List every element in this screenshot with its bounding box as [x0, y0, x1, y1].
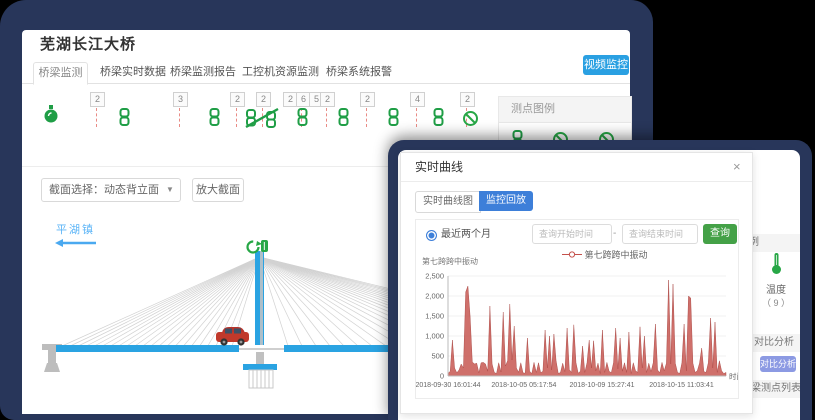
sensor-count-badge: 4 [410, 92, 425, 107]
sensor-marker-line [326, 108, 327, 127]
chain-link-icon [119, 108, 130, 126]
sensor-marker-line [179, 108, 180, 127]
page-title: 芜湖长江大桥 [40, 33, 136, 54]
sensor-marker-line [236, 108, 237, 127]
end-time-input[interactable]: 查询结束时间 [622, 224, 698, 244]
temperature-count: （ 9 ） [752, 296, 800, 309]
chain-link-icon [338, 108, 349, 126]
svg-text:2,000: 2,000 [425, 292, 444, 301]
svg-text:2018-10-09 15:27:41: 2018-10-09 15:27:41 [570, 382, 635, 389]
sensor-count-badge: 2 [320, 92, 335, 107]
svg-text:0: 0 [440, 372, 444, 381]
recent-range-label: 最近两个月 [441, 227, 491, 243]
chain-link-icon [209, 108, 220, 126]
point-legend-header: 测点图例 [498, 96, 632, 123]
svg-text:2018-10-15 11:03:41: 2018-10-15 11:03:41 [649, 382, 714, 389]
realtime-curve-dialog: 实时曲线 × 实时曲线图 监控回放 最近两个月 查询开始时间 - 查询结束时间 … [400, 152, 753, 414]
sensor-count-badge: 2 [460, 92, 475, 107]
temperature-legend-item[interactable]: 温度 （ 9 ） [752, 252, 800, 309]
video-monitor-button[interactable]: 视频监控 [583, 55, 629, 75]
legend-section-header: 图例 [752, 234, 800, 252]
point-list-section-header: 桥梁测点列表 [752, 380, 800, 398]
sensor-count-badge: 2 [360, 92, 375, 107]
screen: 芜湖长江大桥 桥梁监测 桥梁实时数据 桥梁监测报告 工控机资源监测 桥梁系统报警… [0, 0, 815, 420]
tabbar-divider [22, 83, 630, 84]
sensor-marker-line [96, 108, 97, 127]
tab-system-alarm[interactable]: 桥梁系统报警 [323, 62, 395, 83]
tab-realtime-data[interactable]: 桥梁实时数据 [98, 62, 168, 83]
chain-link-icon [433, 108, 444, 126]
svg-text:500: 500 [431, 352, 444, 361]
chain-link-icon [297, 108, 308, 126]
tab-realtime-curve[interactable]: 实时曲线图 [415, 191, 481, 213]
weight-sensor-icon [43, 104, 59, 123]
start-time-input[interactable]: 查询开始时间 [532, 224, 612, 244]
svg-text:2,500: 2,500 [425, 272, 444, 281]
svg-text:时间: 时间 [729, 371, 738, 381]
section-select[interactable]: 动态背立面 [104, 179, 159, 201]
tab-bridge-monitor[interactable]: 桥梁监测 [33, 62, 88, 85]
enlarge-section-button[interactable]: 放大截面 [192, 178, 244, 202]
chart-legend: 第七跨跨中振动 [562, 248, 648, 261]
tab-monitor-playback[interactable]: 监控回放 [479, 191, 533, 211]
compare-section-header: 对比分析 [752, 334, 800, 352]
svg-text:2018-09-30 16:01:44: 2018-09-30 16:01:44 [416, 382, 481, 389]
tab-monitor-report[interactable]: 桥梁监测报告 [168, 62, 238, 83]
query-button[interactable]: 查询 [703, 224, 737, 244]
gauge-sensor-icon [248, 240, 269, 253]
sensor-count-badge: 2 [230, 92, 245, 107]
tab-ipc-resource[interactable]: 工控机资源监测 [238, 62, 323, 83]
sensor-marker-line [416, 108, 417, 127]
recent-range-radio[interactable] [426, 230, 437, 241]
chart-container: 最近两个月 查询开始时间 - 查询结束时间 查询 第七跨跨中振动 第七跨跨中振动… [415, 219, 739, 399]
range-separator: - [613, 224, 616, 244]
svg-text:2018-10-05 05:17:54: 2018-10-05 05:17:54 [491, 382, 556, 389]
svg-text:1,000: 1,000 [425, 332, 444, 341]
compare-analysis-button[interactable]: 对比分析 [760, 356, 796, 372]
temperature-label: 温度 [752, 281, 800, 296]
section-select-group: 截面选择： 动态背立面 ▼ [41, 178, 181, 202]
thermometer-icon [769, 252, 784, 275]
dialog-title: 实时曲线 [415, 153, 463, 181]
sensor-count-badge: 2 [256, 92, 271, 107]
car [216, 327, 249, 346]
chevron-down-icon[interactable]: ▼ [166, 179, 174, 201]
svg-text:1,500: 1,500 [425, 312, 444, 321]
sensor-marker-line [366, 108, 367, 127]
chart-y-title: 第七跨跨中振动 [422, 256, 478, 267]
section-select-label: 截面选择： [49, 179, 104, 201]
sensor-count-badge: 2 [90, 92, 105, 107]
chain-link-icon [388, 108, 399, 126]
sensor-count-badge: 3 [173, 92, 188, 107]
bearing-sensor-icon [245, 106, 281, 129]
disabled-sensor-icon [462, 110, 479, 127]
chart-legend-label: 第七跨跨中振动 [585, 250, 648, 260]
vibration-chart: 0 500 1,000 1,500 2,000 2,500 2018-09-30 16:01… [416, 268, 738, 398]
close-icon[interactable]: × [733, 153, 741, 181]
